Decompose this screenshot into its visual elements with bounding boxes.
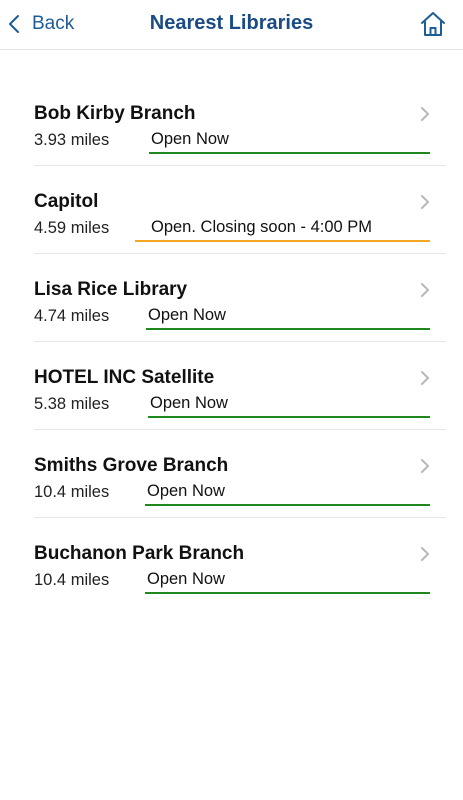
library-name: Buchanon Park Branch [34, 543, 245, 564]
library-distance: 4.74 miles [34, 307, 110, 325]
status-underline [145, 504, 430, 506]
status-underline [135, 240, 430, 242]
chevron-right-icon [420, 194, 430, 210]
open-status: Open Now [147, 570, 225, 588]
open-status: Open Now [151, 130, 229, 148]
status-underline [148, 416, 430, 418]
library-distance: 4.59 miles [34, 219, 110, 237]
list-item[interactable]: HOTEL INC Satellite 5.38 miles Open Now [34, 342, 446, 430]
home-icon [421, 12, 445, 36]
home-button[interactable] [419, 10, 447, 38]
library-name: Capitol [34, 191, 99, 212]
library-name: Lisa Rice Library [34, 279, 188, 300]
list-item[interactable]: Lisa Rice Library 4.74 miles Open Now [34, 254, 446, 342]
list-item[interactable]: Smiths Grove Branch 10.4 miles Open Now [34, 430, 446, 518]
page-title: Nearest Libraries [149, 12, 314, 34]
open-status: Open Now [148, 306, 226, 324]
status-underline [149, 152, 430, 154]
library-distance: 10.4 miles [34, 483, 110, 501]
open-status: Open Now [150, 394, 228, 412]
open-status: Open. Closing soon - 4:00 PM [151, 218, 373, 236]
chevron-right-icon [420, 370, 430, 386]
open-status: Open Now [147, 482, 225, 500]
status-underline [146, 328, 430, 330]
library-name: Bob Kirby Branch [34, 103, 196, 124]
library-distance: 10.4 miles [34, 571, 110, 589]
status-underline [145, 592, 430, 594]
library-name: Smiths Grove Branch [34, 455, 229, 476]
chevron-right-icon [420, 282, 430, 298]
chevron-right-icon [420, 106, 430, 122]
list-item[interactable]: Capitol 4.59 miles Open. Closing soon - 4:… [34, 166, 446, 254]
library-name: HOTEL INC Satellite [34, 367, 215, 388]
library-distance: 3.93 miles [34, 131, 110, 149]
list-item[interactable]: Bob Kirby Branch 3.93 miles Open Now [34, 78, 446, 166]
chevron-right-icon [420, 546, 430, 562]
library-distance: 5.38 miles [34, 395, 110, 413]
navigation-bar: Back Nearest Libraries [0, 0, 463, 50]
list-item[interactable]: Buchanon Park Branch 10.4 miles Open Now [34, 518, 446, 606]
chevron-right-icon [420, 458, 430, 474]
library-list: Bob Kirby Branch 3.93 miles Open Now Capito… [34, 78, 446, 606]
